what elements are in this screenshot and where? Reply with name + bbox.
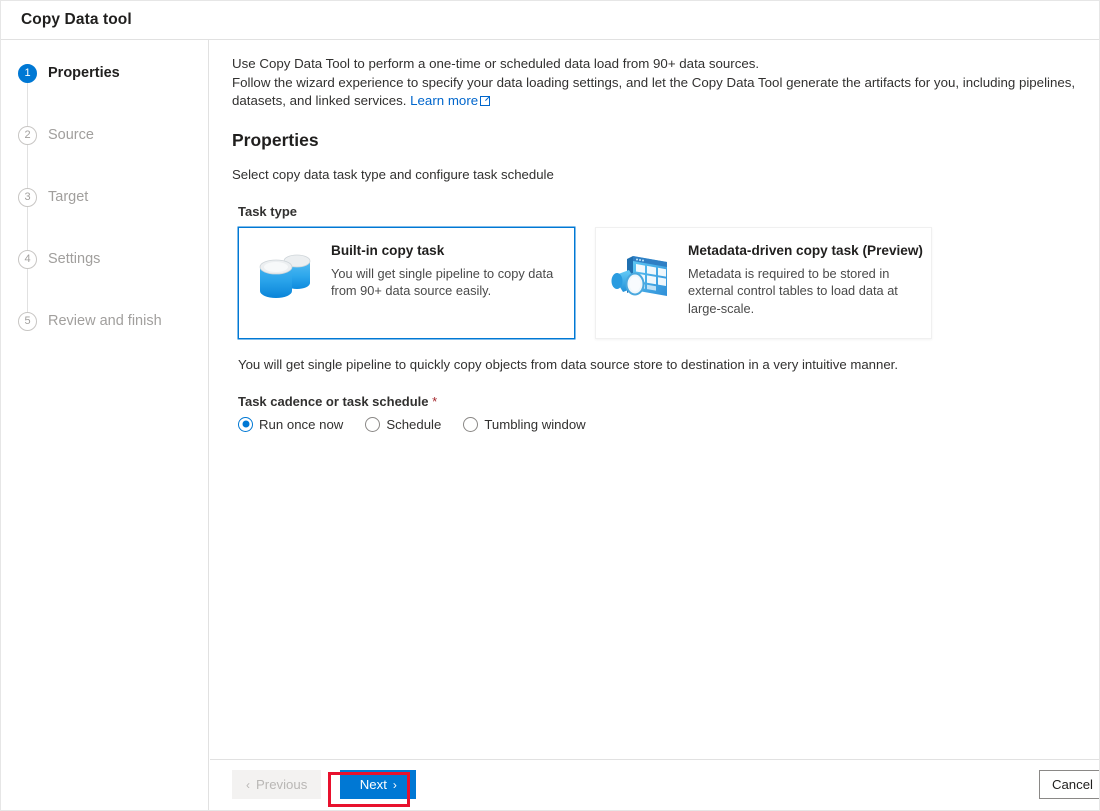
task-cadence-label: Task cadence or task schedule * [232,394,1077,409]
previous-button[interactable]: ‹ Previous [232,770,322,799]
page-subtitle: Select copy data task type and configure… [232,166,554,182]
wizard-sidebar: 1 Properties 2 Source 3 Target 4 Setting… [1,40,209,810]
step-label: Review and finish [48,313,162,329]
metadata-table-search-icon [608,245,676,313]
radio-indicator-selected[interactable] [238,416,253,432]
step-number-badge: 5 [18,311,37,331]
task-type-card-group: Built-in copy task You will get single p… [232,226,1077,339]
card-text: Metadata-driven copy task (Preview) Meta… [688,241,923,318]
sidebar-step-properties[interactable]: 1 Properties [1,61,208,85]
sidebar-step-target[interactable]: 3 Target [1,185,208,209]
sidebar-step-source[interactable]: 2 Source [1,123,208,147]
copy-data-tool-window: Copy Data tool 1 Properties 2 Source 3 T… [0,0,1100,811]
step-number-badge: 4 [18,249,37,269]
step-label: Settings [48,251,101,267]
chevron-left-icon: ‹ [246,777,250,792]
card-text: Built-in copy task You will get single p… [331,241,562,300]
main-panel: Use Copy Data Tool to perform a one-time… [210,40,1099,810]
step-label: Properties [48,65,120,81]
card-title: Metadata-driven copy task (Preview) [688,242,923,258]
sidebar-step-review-and-finish[interactable]: 5 Review and finish [1,309,208,333]
step-label: Target [48,189,89,205]
window-titlebar: Copy Data tool [1,1,1099,40]
intro-line-2-wrapper: Follow the wizard experience to specify … [232,74,1077,112]
main-content: Use Copy Data Tool to perform a one-time… [210,40,1099,759]
database-cylinders-icon [251,245,319,313]
radio-label: Tumbling window [484,416,586,432]
footer-nav-buttons: ‹ Previous Next › [232,770,417,799]
task-type-label: Task type [238,203,298,219]
task-type-card-metadata-driven-copy[interactable]: Metadata-driven copy task (Preview) Meta… [595,226,932,339]
required-asterisk: * [432,393,438,409]
intro-paragraph: Use Copy Data Tool to perform a one-time… [232,55,1077,112]
task-cadence-label-text: Task cadence or task schedule [238,393,429,409]
wizard-step-list: 1 Properties 2 Source 3 Target 4 Setting… [1,40,208,333]
chevron-right-icon: › [392,777,397,792]
radio-indicator[interactable] [365,416,381,432]
sidebar-step-settings[interactable]: 4 Settings [1,247,208,271]
step-number-badge: 2 [18,125,37,145]
card-title: Built-in copy task [331,242,445,258]
page-title: Properties [232,129,319,150]
external-link-icon[interactable] [480,93,491,112]
next-button-label: Next [359,777,387,792]
cancel-button[interactable]: Cancel [1038,770,1099,799]
card-description: You will get single pipeline to copy dat… [331,265,554,299]
step-number-badge: 3 [18,187,37,207]
radio-run-once-now[interactable]: Run once now [238,416,344,432]
step-label: Source [48,127,94,143]
intro-line-1: Use Copy Data Tool to perform a one-time… [232,56,760,71]
radio-indicator[interactable] [463,416,479,432]
task-type-note: You will get single pipeline to quickly … [238,356,898,372]
next-button[interactable]: Next › [340,770,417,799]
radio-label: Run once now [259,416,344,432]
previous-button-label: Previous [256,777,308,792]
radio-tumbling-window[interactable]: Tumbling window [463,416,586,432]
task-cadence-radio-group: Run once now Schedule Tumbling window [232,416,1077,432]
card-description: Metadata is required to be stored in ext… [688,265,898,316]
wizard-footer: ‹ Previous Next › Cancel [210,759,1099,810]
task-type-card-built-in-copy[interactable]: Built-in copy task You will get single p… [238,226,575,339]
intro-line-2: Follow the wizard experience to specify … [232,74,1076,109]
learn-more-link[interactable]: Learn more [410,93,478,108]
radio-label: Schedule [386,416,442,432]
window-title: Copy Data tool [21,11,132,28]
radio-schedule[interactable]: Schedule [365,416,442,432]
step-number-badge: 1 [18,63,37,83]
